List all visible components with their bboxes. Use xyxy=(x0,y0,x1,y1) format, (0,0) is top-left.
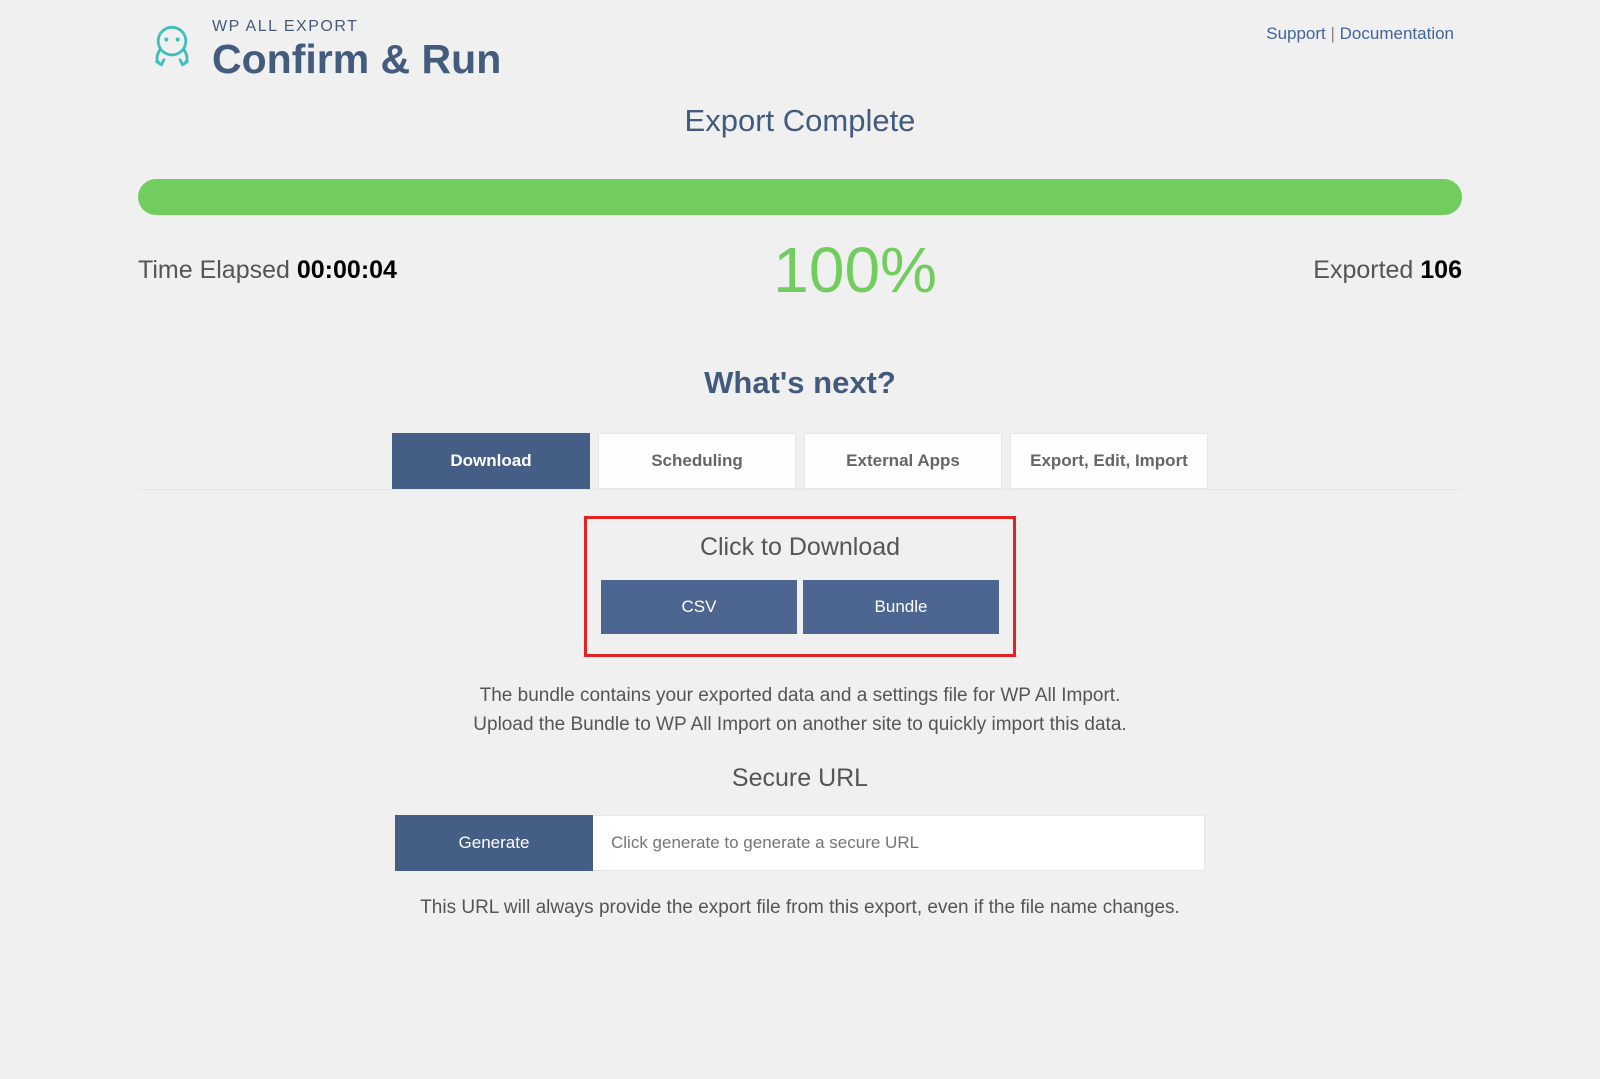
tabs-row: Download Scheduling External Apps Export… xyxy=(138,433,1462,490)
bundle-desc-line2: Upload the Bundle to WP All Import on an… xyxy=(138,710,1462,739)
documentation-link[interactable]: Documentation xyxy=(1340,24,1454,43)
progress-percent: 100% xyxy=(773,233,937,307)
download-csv-button[interactable]: CSV xyxy=(601,580,797,634)
export-status-title: Export Complete xyxy=(138,103,1462,139)
exported-label: Exported xyxy=(1313,256,1413,284)
secure-url-row: Generate xyxy=(138,815,1462,871)
support-link[interactable]: Support xyxy=(1266,24,1326,43)
page-title: Confirm & Run xyxy=(212,38,501,81)
time-elapsed: Time Elapsed 00:00:04 xyxy=(138,256,397,285)
product-name: WP ALL EXPORT xyxy=(212,18,501,36)
generate-button[interactable]: Generate xyxy=(395,815,593,871)
download-highlight-box: Click to Download CSV Bundle xyxy=(584,516,1016,657)
time-elapsed-label: Time Elapsed xyxy=(138,256,290,284)
exported-count: Exported 106 xyxy=(1313,256,1462,285)
tab-export-edit-import[interactable]: Export, Edit, Import xyxy=(1010,433,1208,489)
octopus-logo-icon xyxy=(146,18,198,72)
whats-next-title: What's next? xyxy=(138,365,1462,401)
link-separator: | xyxy=(1326,24,1340,43)
secure-url-note: This URL will always provide the export … xyxy=(138,897,1462,949)
tab-download[interactable]: Download xyxy=(392,433,590,489)
click-to-download-title: Click to Download xyxy=(597,533,1003,562)
download-bundle-button[interactable]: Bundle xyxy=(803,580,999,634)
secure-url-field[interactable] xyxy=(593,815,1205,871)
secure-url-title: Secure URL xyxy=(138,764,1462,793)
exported-value: 106 xyxy=(1420,256,1462,284)
stats-row: Time Elapsed 00:00:04 100% Exported 106 xyxy=(138,233,1462,307)
page-header: WP ALL EXPORT Confirm & Run Support | Do… xyxy=(138,0,1462,81)
time-elapsed-value: 00:00:04 xyxy=(297,256,397,284)
progress-bar xyxy=(138,179,1462,215)
tab-scheduling[interactable]: Scheduling xyxy=(598,433,796,489)
bundle-desc-line1: The bundle contains your exported data a… xyxy=(138,681,1462,710)
header-left: WP ALL EXPORT Confirm & Run xyxy=(146,18,501,81)
tab-external-apps[interactable]: External Apps xyxy=(804,433,1002,489)
bundle-description: The bundle contains your exported data a… xyxy=(138,681,1462,740)
header-links: Support | Documentation xyxy=(1266,18,1454,44)
